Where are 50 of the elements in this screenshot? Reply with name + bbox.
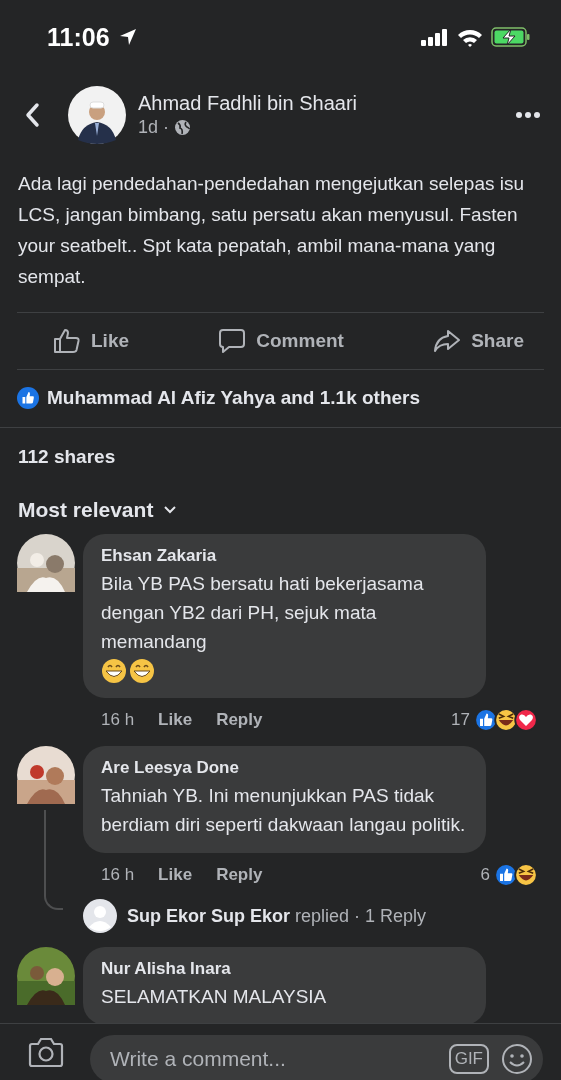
emoji-icon[interactable] [501,1043,533,1075]
speech-bubble-icon [218,328,247,354]
replies-link[interactable]: Sup Ekor Sup Ekor replied · 1 Reply [127,905,427,927]
comment-input-field[interactable]: Write a comment... GIF [90,1035,543,1080]
comment-time: 16 h [101,865,135,885]
back-icon[interactable] [24,102,40,128]
laughing-face-icon [514,863,538,887]
wifi-icon [457,27,483,47]
reactions-summary[interactable]: Muhammad Al Afiz Yahya and 1.1k others [47,387,421,409]
like-link[interactable]: Like [158,865,193,885]
share-arrow-icon [433,328,462,354]
commenter-name[interactable]: Nur Alisha Inara [101,959,468,979]
camera-icon[interactable] [28,1036,64,1068]
like-reaction-icon [474,708,498,732]
thumbs-up-icon [53,328,81,354]
default-avatar-icon [83,899,117,933]
like-reaction-icon [494,863,518,887]
more-icon[interactable] [515,111,541,119]
separator-dot: · [163,117,170,138]
reply-link[interactable]: Reply [216,710,263,730]
chevron-down-icon [163,505,178,515]
action-button[interactable]: Comment [218,322,344,360]
battery-charging-icon [491,27,531,47]
commenter-name[interactable]: Are Leesya Done [101,758,468,778]
status-time: 11:06 [47,22,110,52]
comment-text: Tahniah YB. Ini menunjukkan PAS tidak berdiam diri seperti dakwaan langau politik. [101,784,467,837]
comment-text: Bila YB PAS bersatu hati bekerjasama dengan YB2 dari PH, sejuk mata memandang [101,572,425,654]
action-button[interactable]: Share [433,322,524,360]
gif-button[interactable]: GIF [448,1044,489,1074]
like-reaction-icon [17,387,39,409]
reaction-count: 17 [451,710,470,730]
reply-link[interactable]: Reply [216,865,263,885]
avatar[interactable] [68,86,126,144]
author-name[interactable]: Ahmad Fadhli bin Shaari [138,92,499,115]
comment-time: 16 h [101,710,135,730]
laughing-face-icon [494,708,518,732]
signal-icon [421,28,449,46]
grinning-face-icon [101,658,127,684]
grinning-face-icon [129,658,155,684]
shares-count[interactable]: 112 shares [0,428,561,468]
globe-icon [174,119,192,136]
heart-reaction-icon [514,708,538,732]
comment-text: SELAMATKAN MALAYSIA [101,985,328,1009]
post-age: 1d [138,117,159,138]
reaction-count: 6 [480,865,490,885]
commenter-name[interactable]: Ehsan Zakaria [101,546,468,566]
action-button[interactable]: Like [53,322,130,360]
like-link[interactable]: Like [158,710,193,730]
sort-dropdown[interactable]: Most relevant [18,498,178,522]
post-text: Ada lagi pendedahan-pendedahan mengejutkan selepas isu LCS, jangan bimbang, satu persatu akan menyusul. Fasten your seatbelt.. Spt kata pepatah, ambil mana-mana yang sempat. [18,172,525,289]
